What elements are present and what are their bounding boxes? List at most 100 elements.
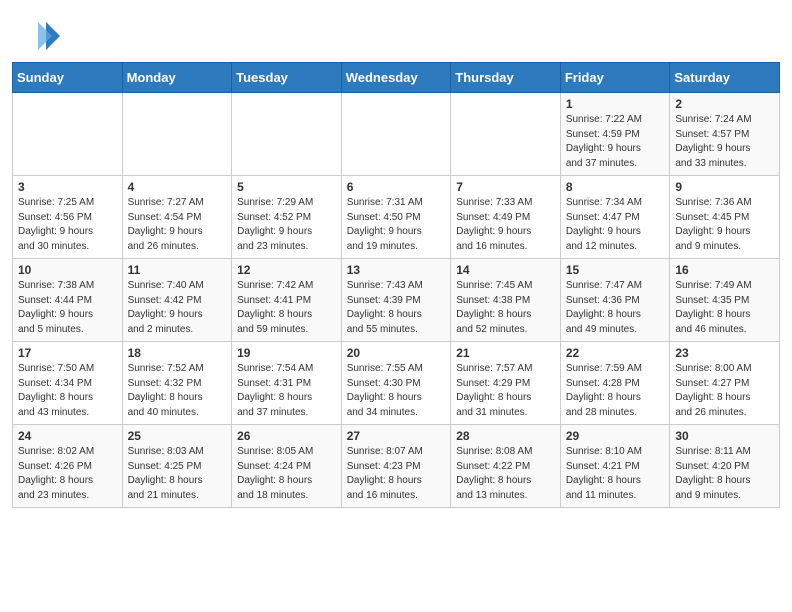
day-info: Sunrise: 7:40 AM Sunset: 4:42 PM Dayligh… [128, 279, 227, 337]
calendar-cell: 16Sunrise: 7:49 AM Sunset: 4:35 PM Dayli… [670, 259, 780, 342]
day-number: 2 [675, 97, 774, 111]
day-number: 23 [675, 346, 774, 360]
day-number: 18 [128, 346, 227, 360]
day-number: 27 [347, 429, 446, 443]
day-info: Sunrise: 8:05 AM Sunset: 4:24 PM Dayligh… [237, 445, 336, 503]
day-info: Sunrise: 7:29 AM Sunset: 4:52 PM Dayligh… [237, 196, 336, 254]
day-info: Sunrise: 7:38 AM Sunset: 4:44 PM Dayligh… [18, 279, 117, 337]
day-number: 21 [456, 346, 555, 360]
day-number: 25 [128, 429, 227, 443]
weekday-header-monday: Monday [122, 63, 232, 93]
day-info: Sunrise: 7:31 AM Sunset: 4:50 PM Dayligh… [347, 196, 446, 254]
day-info: Sunrise: 7:52 AM Sunset: 4:32 PM Dayligh… [128, 362, 227, 420]
day-info: Sunrise: 7:59 AM Sunset: 4:28 PM Dayligh… [566, 362, 665, 420]
weekday-header-friday: Friday [560, 63, 670, 93]
weekday-header-sunday: Sunday [13, 63, 123, 93]
calendar-cell: 10 Sunrise: 7:38 AM Sunset: 4:44 PM Dayli… [13, 259, 123, 342]
calendar-cell: 24 Sunrise: 8:02 AM Sunset: 4:26 PM Dayli… [13, 425, 123, 508]
day-info: Sunrise: 8:02 AM Sunset: 4:26 PM Dayligh… [18, 445, 117, 503]
day-number: 30 [675, 429, 774, 443]
day-info: Sunrise: 8:03 AM Sunset: 4:25 PM Dayligh… [128, 445, 227, 503]
logo-icon [24, 18, 60, 54]
day-number: 19 [237, 346, 336, 360]
day-info: Sunrise: 7:33 AM Sunset: 4:49 PM Dayligh… [456, 196, 555, 254]
calendar-cell: 29Sunrise: 8:10 AM Sunset: 4:21 PM Dayli… [560, 425, 670, 508]
day-info: Sunrise: 7:42 AM Sunset: 4:41 PM Dayligh… [237, 279, 336, 337]
calendar-header: SundayMondayTuesdayWednesdayThursdayFrid… [13, 63, 780, 93]
calendar-cell: 9 Sunrise: 7:36 AM Sunset: 4:45 PM Daylig… [670, 176, 780, 259]
calendar-cell [232, 93, 342, 176]
day-number: 1 [566, 97, 665, 111]
day-info: Sunrise: 7:45 AM Sunset: 4:38 PM Dayligh… [456, 279, 555, 337]
day-number: 15 [566, 263, 665, 277]
weekday-header-wednesday: Wednesday [341, 63, 451, 93]
day-info: Sunrise: 8:07 AM Sunset: 4:23 PM Dayligh… [347, 445, 446, 503]
day-info: Sunrise: 8:10 AM Sunset: 4:21 PM Dayligh… [566, 445, 665, 503]
day-info: Sunrise: 7:47 AM Sunset: 4:36 PM Dayligh… [566, 279, 665, 337]
calendar-cell [122, 93, 232, 176]
calendar-cell: 18 Sunrise: 7:52 AM Sunset: 4:32 PM Dayli… [122, 342, 232, 425]
day-info: Sunrise: 7:22 AM Sunset: 4:59 PM Dayligh… [566, 113, 665, 171]
page-header [0, 0, 792, 62]
day-info: Sunrise: 7:25 AM Sunset: 4:56 PM Dayligh… [18, 196, 117, 254]
day-number: 17 [18, 346, 117, 360]
weekday-header-tuesday: Tuesday [232, 63, 342, 93]
weekday-header-row: SundayMondayTuesdayWednesdayThursdayFrid… [13, 63, 780, 93]
day-number: 3 [18, 180, 117, 194]
calendar-cell: 20 Sunrise: 7:55 AM Sunset: 4:30 PM Dayli… [341, 342, 451, 425]
day-number: 12 [237, 263, 336, 277]
day-info: Sunrise: 7:57 AM Sunset: 4:29 PM Dayligh… [456, 362, 555, 420]
calendar-cell: 26 Sunrise: 8:05 AM Sunset: 4:24 PM Dayli… [232, 425, 342, 508]
day-number: 8 [566, 180, 665, 194]
day-info: Sunrise: 7:27 AM Sunset: 4:54 PM Dayligh… [128, 196, 227, 254]
calendar-cell: 1 Sunrise: 7:22 AM Sunset: 4:59 PM Daylig… [560, 93, 670, 176]
calendar-cell: 3 Sunrise: 7:25 AM Sunset: 4:56 PM Daylig… [13, 176, 123, 259]
calendar-cell [451, 93, 561, 176]
calendar-cell: 8Sunrise: 7:34 AM Sunset: 4:47 PM Daylig… [560, 176, 670, 259]
day-number: 24 [18, 429, 117, 443]
day-info: Sunrise: 7:50 AM Sunset: 4:34 PM Dayligh… [18, 362, 117, 420]
day-number: 13 [347, 263, 446, 277]
week-row-5: 24 Sunrise: 8:02 AM Sunset: 4:26 PM Dayli… [13, 425, 780, 508]
day-number: 5 [237, 180, 336, 194]
day-number: 10 [18, 263, 117, 277]
calendar-cell: 17 Sunrise: 7:50 AM Sunset: 4:34 PM Dayli… [13, 342, 123, 425]
calendar-cell: 19 Sunrise: 7:54 AM Sunset: 4:31 PM Dayli… [232, 342, 342, 425]
day-number: 4 [128, 180, 227, 194]
weekday-header-saturday: Saturday [670, 63, 780, 93]
day-info: Sunrise: 7:24 AM Sunset: 4:57 PM Dayligh… [675, 113, 774, 171]
calendar-cell: 11 Sunrise: 7:40 AM Sunset: 4:42 PM Dayli… [122, 259, 232, 342]
calendar-cell: 6 Sunrise: 7:31 AM Sunset: 4:50 PM Daylig… [341, 176, 451, 259]
calendar-cell [13, 93, 123, 176]
calendar-cell: 5 Sunrise: 7:29 AM Sunset: 4:52 PM Daylig… [232, 176, 342, 259]
week-row-2: 3 Sunrise: 7:25 AM Sunset: 4:56 PM Daylig… [13, 176, 780, 259]
day-number: 26 [237, 429, 336, 443]
calendar-cell: 2 Sunrise: 7:24 AM Sunset: 4:57 PM Daylig… [670, 93, 780, 176]
calendar-cell: 28Sunrise: 8:08 AM Sunset: 4:22 PM Dayli… [451, 425, 561, 508]
calendar-cell: 23Sunrise: 8:00 AM Sunset: 4:27 PM Dayli… [670, 342, 780, 425]
day-number: 6 [347, 180, 446, 194]
day-number: 11 [128, 263, 227, 277]
calendar-cell: 12 Sunrise: 7:42 AM Sunset: 4:41 PM Dayli… [232, 259, 342, 342]
calendar-cell: 21 Sunrise: 7:57 AM Sunset: 4:29 PM Dayli… [451, 342, 561, 425]
calendar-cell: 22Sunrise: 7:59 AM Sunset: 4:28 PM Dayli… [560, 342, 670, 425]
weekday-header-thursday: Thursday [451, 63, 561, 93]
calendar-cell [341, 93, 451, 176]
day-info: Sunrise: 7:54 AM Sunset: 4:31 PM Dayligh… [237, 362, 336, 420]
day-number: 20 [347, 346, 446, 360]
week-row-1: 1 Sunrise: 7:22 AM Sunset: 4:59 PM Daylig… [13, 93, 780, 176]
calendar-cell: 27 Sunrise: 8:07 AM Sunset: 4:23 PM Dayli… [341, 425, 451, 508]
calendar-cell: 14 Sunrise: 7:45 AM Sunset: 4:38 PM Dayli… [451, 259, 561, 342]
day-info: Sunrise: 7:36 AM Sunset: 4:45 PM Dayligh… [675, 196, 774, 254]
calendar-cell: 25 Sunrise: 8:03 AM Sunset: 4:25 PM Dayli… [122, 425, 232, 508]
calendar-cell: 15 Sunrise: 7:47 AM Sunset: 4:36 PM Dayli… [560, 259, 670, 342]
calendar-cell: 4 Sunrise: 7:27 AM Sunset: 4:54 PM Daylig… [122, 176, 232, 259]
day-info: Sunrise: 8:11 AM Sunset: 4:20 PM Dayligh… [675, 445, 774, 503]
week-row-3: 10 Sunrise: 7:38 AM Sunset: 4:44 PM Dayli… [13, 259, 780, 342]
day-number: 9 [675, 180, 774, 194]
day-number: 16 [675, 263, 774, 277]
day-number: 14 [456, 263, 555, 277]
day-info: Sunrise: 7:55 AM Sunset: 4:30 PM Dayligh… [347, 362, 446, 420]
day-number: 28 [456, 429, 555, 443]
calendar-cell: 13Sunrise: 7:43 AM Sunset: 4:39 PM Dayli… [341, 259, 451, 342]
